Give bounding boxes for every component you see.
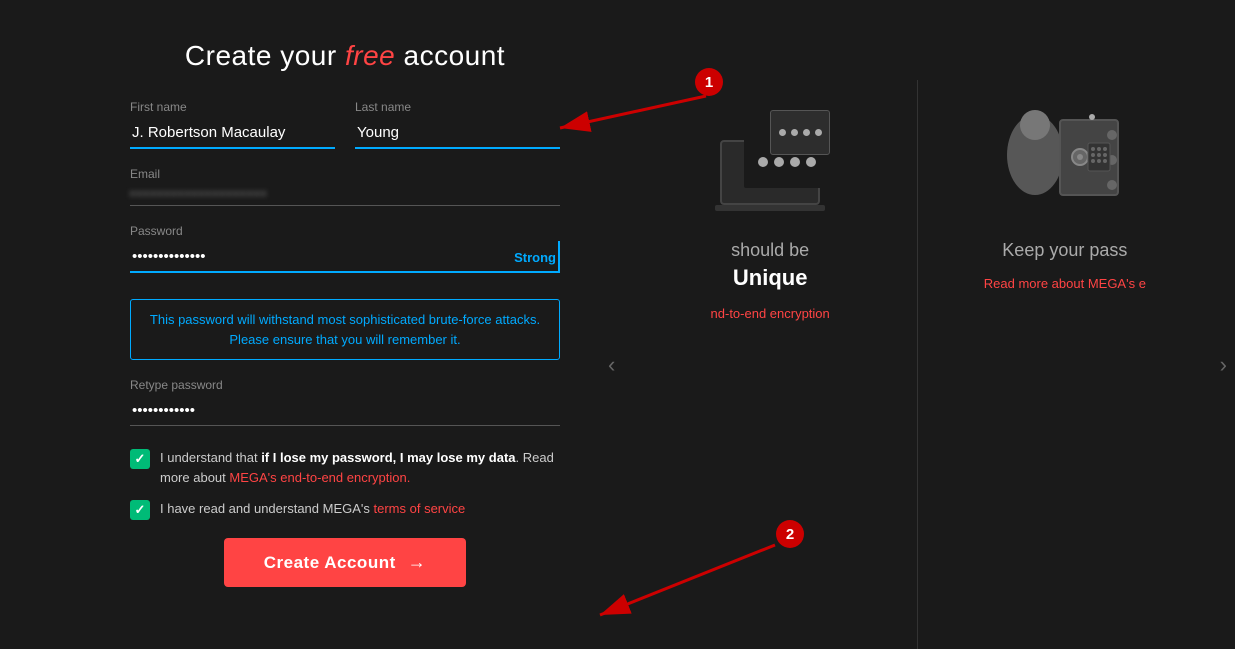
slide-2-text: Keep your pass Read more about MEGA's e xyxy=(984,240,1146,293)
email-label: Email xyxy=(130,167,560,181)
slide-1-subtitle: should be xyxy=(711,240,830,261)
slide-2-link[interactable]: Read more about MEGA's e xyxy=(984,276,1146,291)
checkbox-section: I understand that if I lose my password,… xyxy=(130,448,560,520)
email-value: •••••••••••••••••••• xyxy=(130,185,560,201)
carousel-slide-2: Keep your pass Read more about MEGA's e xyxy=(917,80,1212,649)
dot-1 xyxy=(758,157,768,167)
slide-1-title: Unique xyxy=(711,265,830,291)
retype-label: Retype password xyxy=(130,378,560,392)
lastname-label: Last name xyxy=(355,100,560,114)
laptop-base xyxy=(715,205,825,211)
email-field: Email •••••••••••••••••••• xyxy=(130,167,560,206)
form-section: Create your free account First name Last… xyxy=(0,20,600,607)
lastname-input[interactable] xyxy=(355,118,560,149)
arrow-icon: → xyxy=(408,552,427,573)
name-row: First name Last name xyxy=(130,100,560,149)
password-input[interactable] xyxy=(130,242,560,273)
checkbox-1-normal: I understand that xyxy=(160,450,261,465)
password-row: Password Strong xyxy=(130,224,560,281)
checkbox-1-text: I understand that if I lose my password,… xyxy=(160,448,560,487)
firstname-label: First name xyxy=(130,100,335,114)
annotation-1: 1 xyxy=(695,68,723,96)
strength-bar xyxy=(558,241,560,273)
safe-svg xyxy=(1000,105,1130,215)
safe-illustration xyxy=(1000,105,1130,215)
firstname-field: First name xyxy=(130,100,335,149)
carousel-next[interactable]: › xyxy=(1212,80,1235,649)
overlay-dot-2 xyxy=(791,129,798,136)
checkbox-item-1: I understand that if I lose my password,… xyxy=(130,448,560,487)
checkbox-1[interactable] xyxy=(130,449,150,469)
slide-2-title: Keep your pass xyxy=(984,240,1146,261)
carousel-slide-1: should be Unique nd-to-end encryption xyxy=(623,80,917,649)
lastname-field: Last name xyxy=(355,100,560,149)
create-btn-label: Create Account xyxy=(264,553,396,573)
checkbox-2[interactable] xyxy=(130,500,150,520)
slide-1-text: should be Unique nd-to-end encryption xyxy=(711,240,830,323)
password-overlay xyxy=(770,110,830,155)
overlay-dots xyxy=(779,129,822,136)
firstname-input[interactable] xyxy=(130,118,335,149)
slide-1-link[interactable]: nd-to-end encryption xyxy=(711,306,830,321)
password-input-wrapper: Strong xyxy=(130,242,560,273)
retype-row: Retype password xyxy=(130,378,560,426)
password-illustration xyxy=(705,105,835,215)
overlay-dot-4 xyxy=(815,129,822,136)
overlay-dot-1 xyxy=(779,129,786,136)
carousel-prev[interactable]: ‹ xyxy=(600,80,623,649)
email-row: Email •••••••••••••••••••• xyxy=(130,167,560,206)
dot-3 xyxy=(790,157,800,167)
overlay-dot-3 xyxy=(803,129,810,136)
create-btn-wrapper: Create Account → xyxy=(130,538,560,587)
retype-input[interactable] xyxy=(130,396,560,426)
title-after: account xyxy=(395,40,505,71)
dot-4 xyxy=(806,157,816,167)
title-before: Create your xyxy=(185,40,345,71)
dot-2 xyxy=(774,157,784,167)
title-highlight: free xyxy=(345,40,395,71)
page-title: Create your free account xyxy=(130,40,560,72)
annotation-2: 2 xyxy=(776,520,804,548)
page-container: Create your free account First name Last… xyxy=(0,0,1235,649)
password-strength-label: Strong xyxy=(514,250,556,265)
password-field: Password Strong xyxy=(130,224,560,281)
slide-2-image xyxy=(1000,100,1130,220)
password-label: Password xyxy=(130,224,560,238)
password-hint: This password will withstand most sophis… xyxy=(130,299,560,360)
create-account-button[interactable]: Create Account → xyxy=(224,538,467,587)
checkbox-1-bold: if I lose my password, I may lose my dat… xyxy=(261,450,515,465)
carousel-slides: should be Unique nd-to-end encryption xyxy=(623,80,1211,649)
terms-of-service-link[interactable]: terms of service xyxy=(374,501,466,516)
checkbox-2-text: I have read and understand MEGA's terms … xyxy=(160,499,465,519)
slide-1-image xyxy=(705,100,835,220)
checkbox-item-2: I have read and understand MEGA's terms … xyxy=(130,499,560,520)
carousel-section: ‹ xyxy=(600,20,1235,649)
mega-encryption-link[interactable]: MEGA's end-to-end encryption. xyxy=(229,470,410,485)
checkbox-2-normal: I have read and understand MEGA's xyxy=(160,501,374,516)
retype-field: Retype password xyxy=(130,378,560,426)
